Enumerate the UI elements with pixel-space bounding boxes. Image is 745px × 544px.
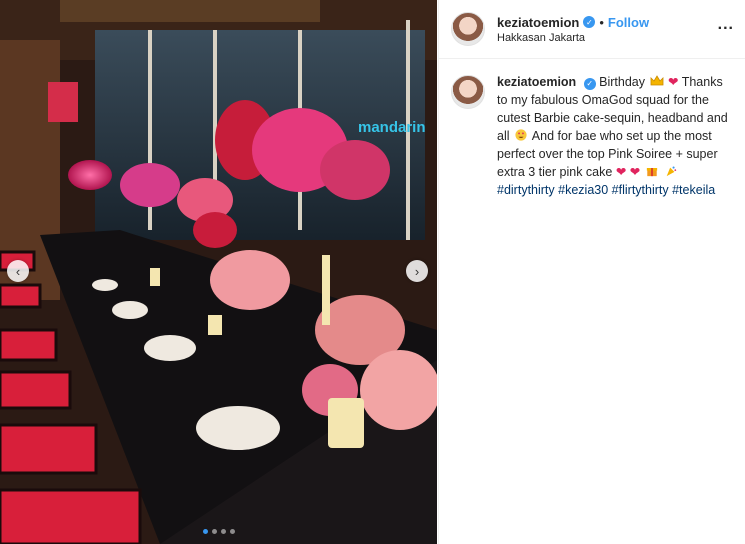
heart-icon: ❤ [667, 75, 679, 89]
caption-part-3: And for bae who set up the most perfect … [497, 129, 718, 179]
party-popper-icon [666, 166, 677, 177]
carousel-dot [202, 529, 208, 534]
caption-part-1: Birthday [599, 75, 646, 89]
hashtag-link[interactable]: #flirtythirty [612, 183, 669, 197]
caption: keziatoemion ✓ Birthday ❤ Thanks to my f… [439, 59, 745, 213]
heart-icon: ❤ [615, 165, 627, 179]
avatar[interactable] [451, 75, 485, 109]
hashtag-link[interactable]: #kezia30 [558, 183, 608, 197]
username-link[interactable]: keziatoemion [497, 15, 579, 30]
carousel-dot [211, 529, 217, 534]
post-header: keziatoemion ✓ • Follow Hakkasan Jakarta… [439, 0, 745, 59]
post-photo[interactable]: mandarin ‹ › [0, 0, 437, 544]
crown-icon [650, 75, 663, 86]
chevron-left-icon: ‹ [15, 263, 21, 279]
carousel-indicator [0, 529, 437, 534]
mandarin-sign: mandarin [358, 119, 426, 136]
location-link[interactable]: Hakkasan Jakarta [497, 32, 718, 44]
separator: • [599, 14, 604, 30]
caption-text: keziatoemion ✓ Birthday ❤ Thanks to my f… [497, 73, 732, 199]
verified-badge-icon: ✓ [583, 16, 596, 28]
carousel-dot [220, 529, 226, 534]
carousel-prev-button[interactable]: ‹ [7, 260, 29, 282]
verified-badge-icon: ✓ [583, 78, 596, 90]
follow-button[interactable]: Follow [608, 15, 649, 30]
carousel-dot [229, 529, 235, 534]
avatar[interactable] [451, 12, 485, 46]
heart-eyes-icon [515, 129, 527, 141]
gift-icon [646, 168, 657, 177]
carousel-next-button[interactable]: › [406, 260, 428, 282]
caption-username-link[interactable]: keziatoemion [497, 75, 576, 89]
hashtag-link[interactable]: #tekeila [672, 183, 715, 197]
table-scene-image: mandarin [0, 0, 437, 544]
chevron-right-icon: › [414, 263, 420, 279]
more-options-button[interactable]: ... [718, 16, 734, 34]
hashtag-link[interactable]: #dirtythirty [497, 183, 555, 197]
heart-icon: ❤ [629, 165, 641, 179]
post-sidebar: keziatoemion ✓ • Follow Hakkasan Jakarta… [438, 0, 745, 544]
